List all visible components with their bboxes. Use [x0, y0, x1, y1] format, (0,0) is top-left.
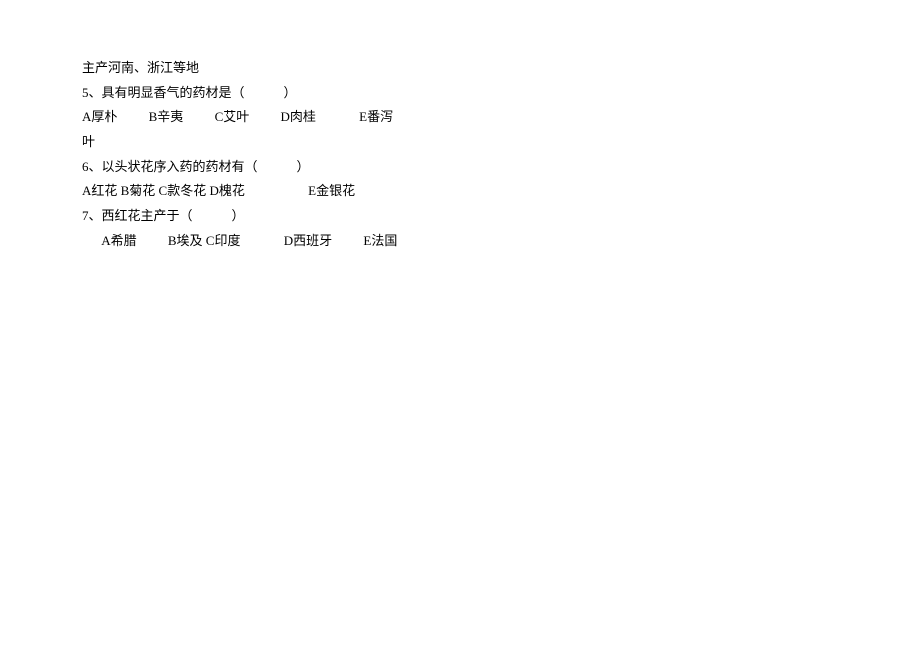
line-q7: 7、西红花主产于（ ） [82, 204, 920, 229]
text-q7: 7、西红花主产于（ ） [82, 208, 245, 223]
q5-opt-b: B辛夷 [149, 105, 184, 130]
line-q5-options: A厚朴 B辛夷 C艾叶 D肉桂 E番泻 [82, 105, 920, 130]
q5-opt-a: A厚朴 [82, 105, 117, 130]
q5-opt-c: C艾叶 [215, 105, 250, 130]
q7-opt-e: E法国 [363, 229, 397, 254]
q5-opt-d: D肉桂 [280, 105, 315, 130]
line-q7-options: A希腊 B埃及 C印度 D西班牙 E法国 [82, 229, 920, 254]
q7-opt-bc: B埃及 C印度 [168, 229, 241, 254]
text-q5-tail: 叶 [82, 134, 95, 149]
q5-opt-e: E番泻 [359, 105, 393, 130]
text-q5: 5、具有明显香气的药材是（ ） [82, 85, 297, 100]
q7-opt-a: A希腊 [101, 229, 136, 254]
q6-opts-ad: A红花 B菊花 C款冬花 D槐花 [82, 179, 245, 204]
q7-opt-d: D西班牙 [284, 229, 332, 254]
q6-opt-e: E金银花 [308, 179, 355, 204]
line-q5-tail: 叶 [82, 130, 920, 155]
line-q6: 6、以头状花序入药的药材有（ ） [82, 155, 920, 180]
line-origin: 主产河南、浙江等地 [82, 56, 920, 81]
line-q5: 5、具有明显香气的药材是（ ） [82, 81, 920, 106]
line-q6-options: A红花 B菊花 C款冬花 D槐花 E金银花 [82, 179, 920, 204]
text-origin: 主产河南、浙江等地 [82, 60, 199, 75]
text-q6: 6、以头状花序入药的药材有（ ） [82, 159, 310, 174]
